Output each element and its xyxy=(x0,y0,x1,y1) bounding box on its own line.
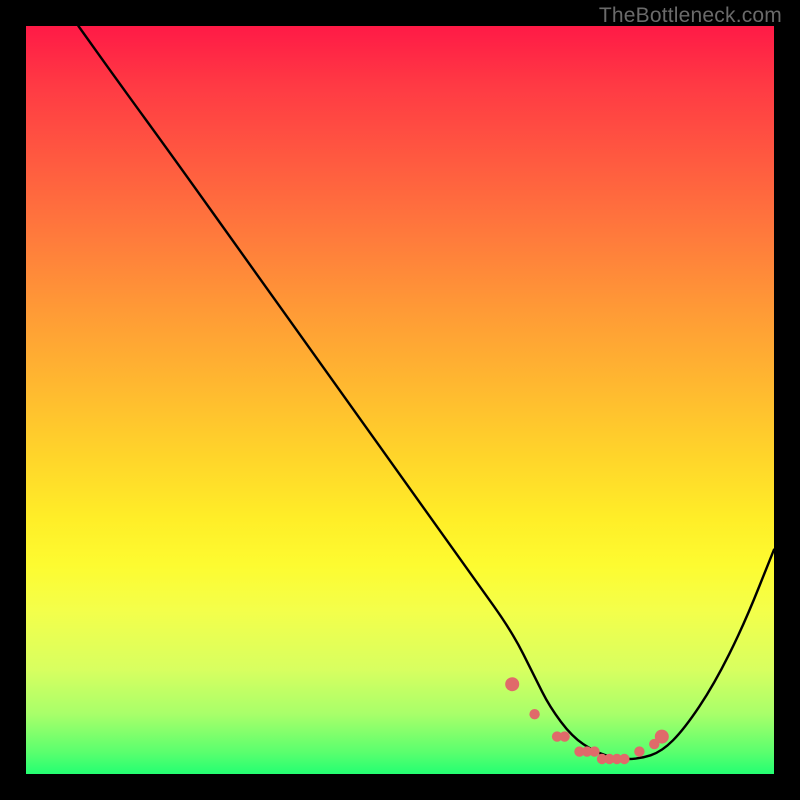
plot-area xyxy=(26,26,774,774)
valley-dot xyxy=(559,731,569,741)
valley-dot xyxy=(619,754,629,764)
valley-dots xyxy=(505,677,669,764)
valley-dot xyxy=(529,709,539,719)
curve-svg xyxy=(26,26,774,774)
chart-frame: TheBottleneck.com xyxy=(0,0,800,800)
valley-dot xyxy=(655,730,669,744)
bottleneck-curve xyxy=(78,26,774,759)
valley-dot xyxy=(589,746,599,756)
watermark-text: TheBottleneck.com xyxy=(599,4,782,28)
valley-dot xyxy=(634,746,644,756)
valley-dot xyxy=(505,677,519,691)
